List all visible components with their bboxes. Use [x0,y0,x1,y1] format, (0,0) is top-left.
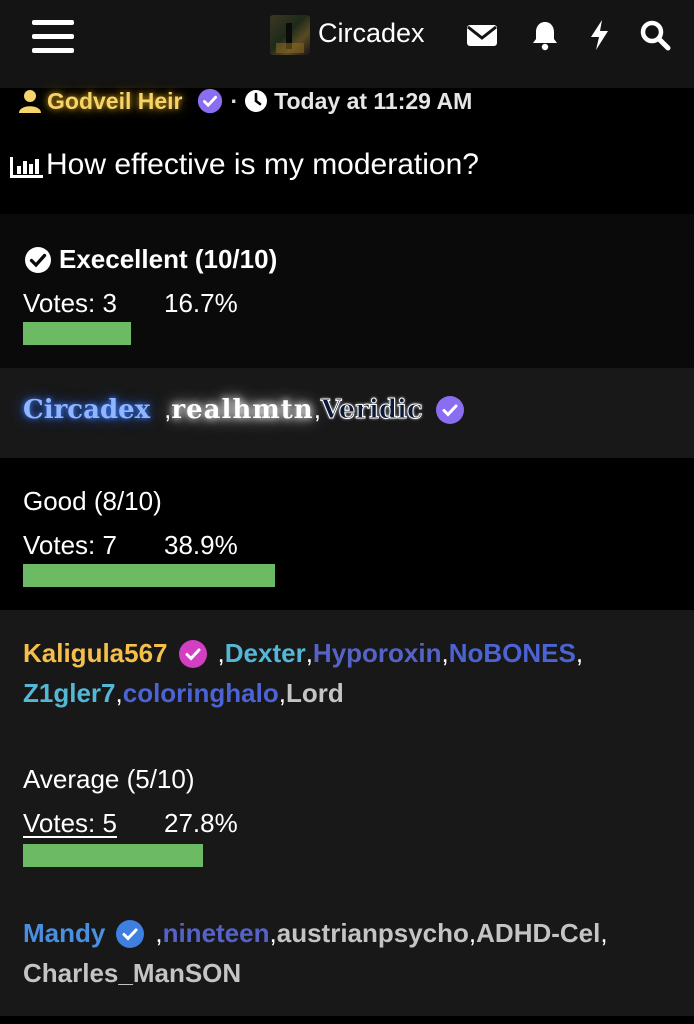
vote-count[interactable]: Votes: 7 [23,530,117,560]
envelope-icon[interactable] [465,18,499,52]
voter-name[interactable]: realhmtn [171,395,313,425]
user-icon [18,89,42,113]
voter-name[interactable]: Hyporoxin [313,638,442,669]
post-time[interactable]: Today at 11:29 AM [274,88,472,115]
bell-icon[interactable] [528,18,562,52]
voter-line: Kaligula567 , Dexter , Hyporoxin , NoBON… [23,638,583,669]
voter-name[interactable]: Z1gler7 [23,678,116,709]
voter-name[interactable]: Veridic [320,394,423,425]
vote-stats: Votes: 7 38.9% [23,530,238,561]
search-icon[interactable] [638,18,672,52]
voter-name[interactable]: Lord [286,678,344,709]
voter-name[interactable]: ADHD-Cel [476,918,600,949]
voter-name[interactable]: Charles_ManSON [23,958,241,989]
poll-option-average[interactable]: Average (5/10) Votes: 5 27.8% [0,750,694,890]
voter-separator: , [155,918,163,948]
voter-line: Mandy , nineteen , austrianpsycho , ADHD… [23,918,608,949]
poll-option-label: Execellent (10/10) [23,244,277,275]
verified-badge-icon [196,87,224,115]
post-author[interactable]: Godveil Heir [47,88,182,115]
voter-separator: , [441,638,449,668]
vote-count[interactable]: Votes: 5 [23,808,117,838]
poll-option-good[interactable]: Good (8/10) Votes: 7 38.9% [0,458,694,610]
lightning-icon[interactable] [583,18,617,52]
poll-question: How effective is my moderation? [46,148,479,181]
voter-list: Kaligula567 , Dexter , Hyporoxin , NoBON… [0,610,694,1024]
vote-percent: 27.8% [164,808,238,838]
voter-separator: , [115,678,123,708]
voter-name[interactable]: Mandy [23,918,105,949]
voter-name[interactable]: coloringhalo [123,678,279,709]
poll-chart-icon [8,153,44,178]
vote-percent: 38.9% [164,530,238,560]
voter-name[interactable]: Dexter [225,638,306,669]
voter-line: Circadex , realhmtn , Veridic [23,394,465,425]
voter-separator: , [278,678,286,708]
vote-count[interactable]: Votes: 3 [23,288,117,318]
poll-option-excellent[interactable]: Execellent (10/10) Votes: 3 16.7% [0,214,694,368]
option-label-text: Average (5/10) [23,764,195,794]
section-divider [0,1016,694,1024]
voter-separator: , [468,918,477,948]
verified-badge-icon [435,395,465,425]
hamburger-menu-icon[interactable] [32,20,74,56]
voter-separator: , [269,918,277,948]
voter-name[interactable]: Circadex [23,395,150,425]
post-meta: Godveil Heir · Today at 11:29 AM [18,86,472,116]
option-label-text: Execellent (10/10) [59,244,278,274]
vote-percent: 16.7% [164,288,238,318]
voter-separator: , [305,638,313,668]
voter-name[interactable]: austrianpsycho [277,918,469,949]
voter-separator: , [313,394,321,424]
vote-stats: Votes: 3 16.7% [23,288,238,319]
verified-badge-icon [178,639,208,669]
selected-check-icon [23,245,53,275]
poll-option-label: Good (8/10) [23,486,162,517]
voter-list: Circadex , realhmtn , Veridic [0,368,694,458]
voter-name[interactable]: nineteen [163,918,270,949]
verified-badge-icon [115,919,145,949]
site-logo[interactable] [270,15,310,55]
site-name[interactable]: Circadex [318,18,425,49]
voter-line: Z1gler7 , coloringhalo , Lord [23,678,344,709]
voter-separator: , [575,638,584,668]
voter-line: Charles_ManSON [23,958,241,989]
vote-bar [23,564,275,587]
voter-separator: , [217,638,225,668]
clock-icon [244,89,268,113]
vote-stats: Votes: 5 27.8% [23,808,238,839]
top-navbar: Circadex [0,0,694,88]
voter-separator: , [600,918,608,948]
poll-option-label: Average (5/10) [23,764,195,795]
voter-name[interactable]: NoBONES [449,638,576,669]
poll-title: How effective is my moderation? [8,148,479,182]
meta-separator: · [230,87,239,114]
vote-bar [23,844,203,867]
voter-name[interactable]: Kaligula567 [23,638,168,669]
vote-bar [23,322,131,345]
option-label-text: Good (8/10) [23,486,162,516]
